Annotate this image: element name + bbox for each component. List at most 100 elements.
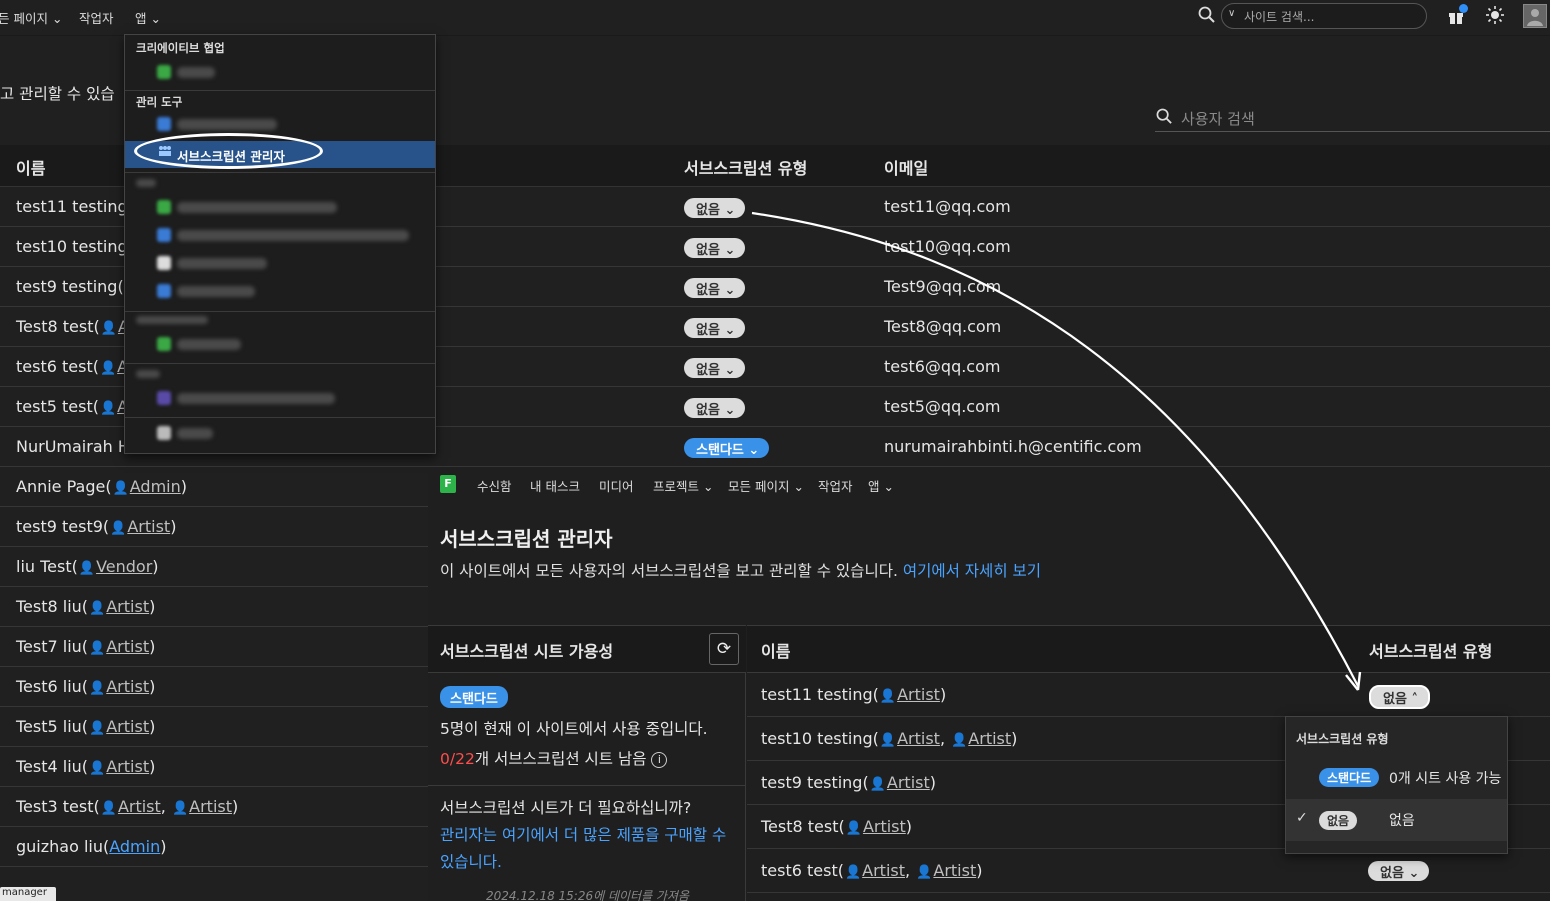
user-role-icon: 👤 [916,865,933,880]
nav-all-pages[interactable]: 모든 페이지 ⌄ [728,476,804,495]
manager-tab[interactable]: manager [0,887,56,901]
user-name: Test6 liu(👤Artist) [16,677,156,696]
subscription-dropdown[interactable]: 없음 ⌄ [684,238,746,258]
app-icon [157,200,171,214]
user-search-input[interactable]: 사용자 검색 [1155,108,1550,132]
role-link[interactable]: Artist [897,685,940,704]
menu-divider [125,172,435,173]
user-name: test9 test9(👤Artist) [16,517,177,536]
role-link[interactable]: Artist [897,729,940,748]
user-name: test10 testing( [16,237,134,256]
nav-media[interactable]: 미디어 [599,476,634,495]
role-link[interactable]: Artist [863,817,906,836]
menu-item-blurred[interactable] [177,286,255,297]
page-title: 서브스크립션 관리자 [440,527,613,551]
menu-item-blurred[interactable] [177,393,335,404]
user-role-icon: 👤 [879,733,897,748]
menu-section-blurred [136,370,160,378]
role-link[interactable]: Artist [968,729,1011,748]
role-link[interactable]: Artist [933,861,976,880]
highlight-oval [134,133,323,169]
option-standard[interactable]: 스탠다드 0개 시트 사용 가능 [1286,761,1507,797]
subscription-dropdown[interactable]: 없음 ⌄ [684,278,746,298]
option-none[interactable]: ✓ 없음 없음 [1286,799,1507,841]
buy-more-link[interactable]: 관리자는 여기에서 더 많은 제품을 구매할 수 있습니다. [440,822,740,876]
subscription-dropdown[interactable]: 없음 ⌄ [684,398,746,418]
column-header-name[interactable]: 이름 [761,638,790,662]
user-name: Test3 test(👤Artist, 👤Artist) [16,797,239,816]
avatar[interactable] [1523,4,1547,28]
user-role-icon: 👤 [112,481,129,496]
sun-icon[interactable] [1486,6,1504,28]
nav-apps[interactable]: 앱 ⌄ [868,476,894,495]
column-header-name[interactable]: 이름 [16,155,45,179]
table-header: 이름 서브스크립션 유형 [747,625,1550,673]
learn-more-link[interactable]: 여기에서 자세히 보기 [903,562,1041,580]
nav-projects[interactable]: 프로젝트 ⌄ [653,476,713,495]
subscription-dropdown[interactable]: 없음 ⌄ [1368,861,1430,881]
subscription-dropdown[interactable]: 없음 ⌄ [684,318,746,338]
table-row: Test4 liu(👤Artist) [0,747,428,787]
refresh-icon: ⟳ [716,639,732,659]
menu-item-blurred[interactable] [177,339,241,350]
menu-section-creative: 크리에이티브 협업 [136,41,225,55]
column-header-subscription[interactable]: 서브스크립션 유형 [684,155,807,179]
subscription-dropdown[interactable]: 없음 ˄ [1369,685,1430,709]
search-icon[interactable] [1198,6,1216,28]
user-role-icon: 👤 [78,561,96,576]
user-name: liu Test(👤Vendor) [16,557,159,576]
menu-item-blurred[interactable] [177,67,215,78]
subscription-dropdown[interactable]: 없음 ⌄ [684,358,746,378]
nav-apps[interactable]: 앱 ⌄ [135,8,161,27]
role-link[interactable]: Artist [189,797,232,816]
user-email: test6@qq.com [884,357,1001,376]
column-header-email[interactable]: 이메일 [884,155,928,179]
role-link[interactable]: Artist [106,757,149,776]
nav-people[interactable]: 작업자 [818,476,853,495]
role-link[interactable]: Artist [106,637,149,656]
nav-my-tasks[interactable]: 내 태스크 [530,476,580,495]
subscription-dropdown[interactable]: 없음 ⌄ [684,198,746,218]
role-link[interactable]: Artist [887,773,930,792]
role-link[interactable]: Artist [127,517,170,536]
subscription-dropdown[interactable]: 스탠다드 ⌄ [684,438,770,458]
column-header-subscription[interactable]: 서브스크립션 유형 [1369,638,1492,662]
seat-availability-panel: 서브스크립션 시트 가용성 ⟳ 스탠다드 5명이 현재 이 사이트에서 사용 중… [428,625,746,901]
popup-title: 서브스크립션 유형 [1296,732,1389,746]
menu-item-blurred[interactable] [177,202,337,213]
menu-item-blurred[interactable] [177,119,277,130]
role-link[interactable]: Artist [106,677,149,696]
role-link[interactable]: Artist [106,717,149,736]
site-search-input[interactable]: ∨ 사이트 검색... [1221,3,1427,29]
role-link[interactable]: Artist [862,861,905,880]
standard-badge: 스탠다드 [440,686,508,708]
divider [428,785,746,786]
panel-header: 서브스크립션 시트 가용성 ⟳ [428,625,746,673]
user-name: test9 testing( [16,277,124,296]
user-name: Test5 liu(👤Artist) [16,717,156,736]
info-icon[interactable]: i [651,752,668,768]
table-row: Test7 liu(👤Artist) [0,627,428,667]
chevron-down-icon: ⌄ [703,479,714,494]
menu-item-blurred[interactable] [177,230,409,241]
chevron-down-icon: ⌄ [1408,866,1420,881]
menu-item-blurred[interactable] [177,428,213,439]
chevron-down-icon: ⌄ [793,479,804,494]
subscription-type-popup: 서브스크립션 유형 스탠다드 0개 시트 사용 가능 ✓ 없음 없음 [1285,716,1508,854]
user-name: test5 test(👤A [16,397,129,416]
nav-people[interactable]: 작업자 [79,8,114,27]
role-link[interactable]: Artist [106,597,149,616]
app-logo[interactable]: F [440,475,456,493]
chevron-down-icon: ⌄ [724,243,736,258]
apps-dropdown-menu: 크리에이티브 협업 관리 도구 서브스크립션 관리자 [124,34,436,454]
role-link[interactable]: Admin [109,837,160,856]
chevron-down-icon: ⌄ [883,479,894,494]
nav-inbox[interactable]: 수신함 [477,476,512,495]
nav-all-pages[interactable]: 든 페이지 ⌄ [0,8,62,27]
role-link[interactable]: Admin [130,477,181,496]
menu-item-blurred[interactable] [177,258,267,269]
app-icon [157,65,171,79]
role-link[interactable]: Vendor [96,557,152,576]
role-link[interactable]: Artist [118,797,161,816]
refresh-button[interactable]: ⟳ [709,633,739,665]
